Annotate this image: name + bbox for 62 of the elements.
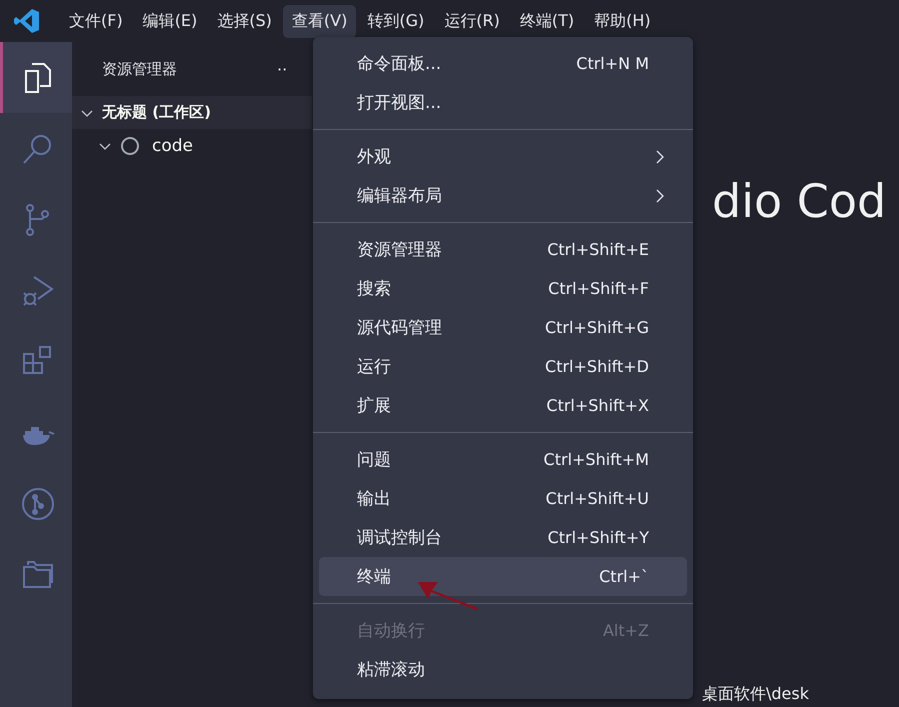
menu-item-label: 问题 bbox=[357, 449, 391, 471]
sidebar-title: 资源管理器 bbox=[102, 60, 177, 78]
menu-item[interactable]: 输出 Ctrl+Shift+U bbox=[319, 479, 687, 518]
menu-item-label: 命令面板... bbox=[357, 53, 442, 75]
shortcut-label: Ctrl+Shift+D bbox=[545, 357, 649, 376]
circle-icon bbox=[120, 136, 140, 156]
menu-item-label: 搜索 bbox=[357, 278, 391, 300]
shortcut-label: Ctrl+Shift+E bbox=[547, 240, 649, 259]
menu-item-label: 扩展 bbox=[357, 395, 391, 417]
menu-item[interactable]: 扩展 Ctrl+Shift+X bbox=[319, 386, 687, 425]
welcome-heading: dio Cod bbox=[712, 174, 888, 228]
menu-item[interactable]: 打开视图... bbox=[319, 83, 687, 122]
menu-item[interactable]: 外观 bbox=[319, 137, 687, 176]
menu-item[interactable]: 编辑器布局 bbox=[319, 176, 687, 215]
menu-item-label: 资源管理器 bbox=[357, 239, 442, 261]
more-actions[interactable]: ·· bbox=[277, 60, 288, 78]
menu-item-label: 外观 bbox=[357, 146, 391, 168]
chevron-right-icon bbox=[655, 148, 665, 164]
menu-item-label: 打开视图... bbox=[357, 92, 442, 114]
menu-bar-item[interactable]: 编辑(E) bbox=[134, 4, 206, 38]
chevron-right-icon bbox=[655, 188, 665, 204]
menu-item[interactable]: 问题 Ctrl+Shift+M bbox=[319, 440, 687, 479]
menu-bar-item[interactable]: 文件(F) bbox=[60, 4, 132, 38]
menu-item-label: 运行 bbox=[357, 356, 391, 378]
shortcut-label: Ctrl+Shift+M bbox=[544, 450, 649, 469]
menu-item[interactable]: 粘滞滚动 bbox=[319, 650, 687, 689]
shortcut-label: Ctrl+Shift+F bbox=[548, 279, 649, 298]
tree-item[interactable]: 无标题 (工作区) bbox=[72, 96, 312, 129]
shortcut-label: Ctrl+N M bbox=[576, 54, 649, 73]
menu-bar-item[interactable]: 运行(R) bbox=[435, 4, 509, 38]
annotation-arrow bbox=[418, 580, 480, 610]
menu-bar-item[interactable]: 终端(T) bbox=[510, 4, 584, 38]
menu-bar-item[interactable]: 查看(V) bbox=[282, 4, 356, 38]
menu-bar-item[interactable]: 选择(S) bbox=[208, 4, 281, 38]
shortcut-label: Ctrl+Shift+U bbox=[546, 489, 649, 508]
editor-text: 桌面软件\desk bbox=[702, 684, 810, 705]
tree-item[interactable]: code bbox=[72, 129, 312, 162]
menu-item-label: 源代码管理 bbox=[357, 317, 442, 339]
shortcut-label: Ctrl+Shift+G bbox=[544, 318, 649, 337]
menu-item[interactable]: 命令面板... Ctrl+N M bbox=[319, 44, 687, 83]
menu-bar-item[interactable]: 转到(G) bbox=[358, 4, 434, 38]
menu-item-label: 终端 bbox=[357, 566, 391, 588]
app-logo-icon bbox=[14, 8, 40, 34]
shortcut-label: Ctrl+Shift+X bbox=[546, 396, 649, 415]
shortcut-label: Alt+Z bbox=[602, 621, 649, 640]
menu-item-label: 编辑器布局 bbox=[357, 185, 442, 207]
workspace-label: 无标题 (工作区) bbox=[102, 103, 211, 122]
menu-item-label: 输出 bbox=[357, 488, 391, 510]
menu-item[interactable]: 搜索 Ctrl+Shift+F bbox=[319, 269, 687, 308]
shortcut-label: Ctrl+Shift+Y bbox=[548, 528, 649, 547]
menu-item[interactable]: 终端 Ctrl+` bbox=[319, 557, 687, 596]
files-icon[interactable] bbox=[0, 42, 72, 113]
menu-item-label: 粘滞滚动 bbox=[357, 659, 425, 681]
menu-bar-item[interactable]: 帮助(H) bbox=[585, 4, 660, 38]
shortcut-label: Ctrl+` bbox=[599, 567, 649, 586]
menu-item-label: 自动换行 bbox=[357, 620, 425, 642]
menu-item[interactable]: 运行 Ctrl+Shift+D bbox=[319, 347, 687, 386]
menu-item-label: 调试控制台 bbox=[357, 527, 442, 549]
menu-item[interactable]: 资源管理器 Ctrl+Shift+E bbox=[319, 230, 687, 269]
menu-item[interactable]: 源代码管理 Ctrl+Shift+G bbox=[319, 308, 687, 347]
menu-item[interactable]: 调试控制台 Ctrl+Shift+Y bbox=[319, 518, 687, 557]
folder-label: code bbox=[152, 136, 193, 156]
